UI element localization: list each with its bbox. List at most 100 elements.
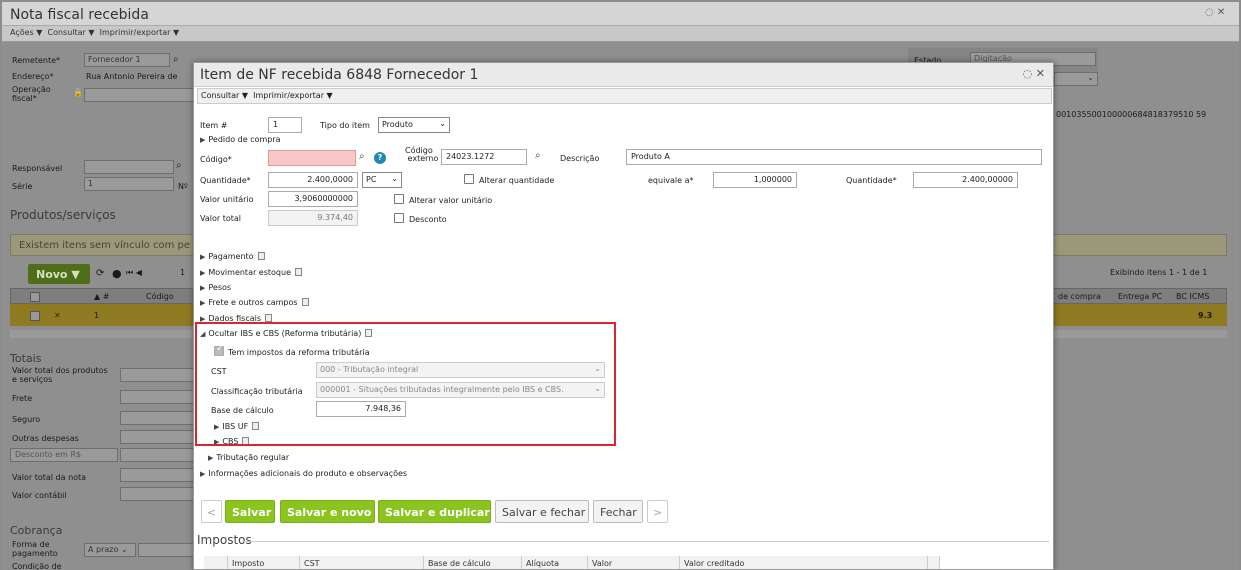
menu-acoes[interactable]: Ações [10, 28, 34, 37]
endereco-value: Rua Antonio Pereira de [86, 72, 178, 81]
salvar-duplicar-button[interactable]: Salvar e duplicar [378, 500, 491, 523]
salvar-novo-button[interactable]: Salvar e novo [280, 500, 375, 523]
forma-pagamento-label: Forma de pagamento [12, 540, 58, 558]
impostos-col-cst[interactable]: CST [300, 556, 424, 569]
outras-despesas-label: Outras despesas [12, 434, 79, 443]
search-icon-codigo[interactable]: ⌕ [359, 151, 365, 162]
prev-button[interactable]: < [201, 500, 222, 523]
impostos-col-valor[interactable]: Valor [588, 556, 680, 569]
frete-label: Frete [12, 394, 33, 403]
col-bc-icms[interactable]: BC ICMS [1176, 292, 1209, 301]
desconto-input[interactable] [120, 448, 194, 462]
seguro-label: Seguro [12, 415, 41, 424]
fechar-button[interactable]: Fechar [593, 500, 643, 523]
valor-total-nota-label: Valor total da nota [12, 473, 87, 482]
endereco-label: Endereço* [12, 72, 54, 81]
close-icon[interactable]: ◌ ✕ [1023, 67, 1045, 80]
serie-input[interactable]: 1 [84, 177, 174, 191]
remetente-input[interactable]: Fornecedor 1 [84, 53, 170, 67]
alterar-quantidade-checkbox[interactable] [464, 174, 474, 184]
codigo-externo-input[interactable]: 24023.1272 [441, 149, 527, 165]
first-page-icon[interactable]: ⏮ ◀ [126, 268, 142, 278]
impostos-col-aliquota[interactable]: Alíquota [522, 556, 588, 569]
impostos-col-check [204, 556, 228, 569]
pedido-compra-toggle[interactable]: ▶ Pedido de compra [200, 135, 281, 144]
produtos-title: Produtos/serviços [10, 208, 116, 222]
section-info-adicionais[interactable]: ▶ Informações adicionais do produto e obs… [200, 469, 407, 478]
row-checkbox[interactable] [30, 311, 40, 321]
quantidade2-input[interactable]: 2.400,00000 [913, 172, 1018, 188]
alterar-valor-checkbox[interactable] [394, 194, 404, 204]
menu-consultar-modal[interactable]: Consultar ▼ [201, 91, 248, 100]
serie-label: Série [12, 182, 33, 191]
impostos-title: Impostos [197, 533, 252, 547]
pager-value: 1 [180, 268, 186, 277]
menu-imprimir[interactable]: Imprimir/exportar [100, 28, 171, 37]
modal-title: Item de NF recebida 6848 Fornecedor 1 [194, 63, 1053, 87]
valor-total-label: Valor total [200, 214, 241, 223]
desconto-checkbox[interactable] [394, 213, 404, 223]
col-pedido-compra[interactable]: de compra [1058, 292, 1101, 301]
totais-title: Totais [10, 352, 42, 365]
section-tributacao-regular[interactable]: ▶ Tributação regular [208, 453, 289, 462]
item-label: Item # [200, 121, 228, 130]
salvar-button[interactable]: Salvar [225, 500, 275, 523]
help-icon-bg[interactable]: ● [112, 267, 122, 280]
item-input[interactable]: 1 [268, 117, 302, 133]
quantidade-input[interactable]: 2.400,0000 [268, 172, 358, 188]
section-pagamento[interactable]: ▶ Pagamento [200, 252, 265, 261]
cobranca-title: Cobrança [10, 524, 63, 537]
condicao-label: Condição de [12, 562, 62, 570]
chevron-down-icon-unidade: ⌄ [391, 174, 398, 183]
item-modal: Item de NF recebida 6848 Fornecedor 1 ◌ … [193, 62, 1054, 570]
col-entrega-pc[interactable]: Entrega PC [1118, 292, 1162, 301]
impostos-col-valor-creditado[interactable]: Valor creditado [680, 556, 928, 569]
background-select[interactable]: ⌄ [1054, 72, 1098, 86]
seguro-input[interactable] [120, 411, 194, 425]
quantidade-label: Quantidade* [200, 176, 251, 185]
menu-imprimir-modal[interactable]: Imprimir/exportar ▼ [253, 91, 333, 100]
no-label: Nº [178, 182, 188, 191]
search-icon-externo[interactable]: ⌕ [535, 150, 541, 161]
outras-despesas-input[interactable] [120, 430, 194, 444]
descricao-input[interactable]: Produto A [626, 149, 1042, 165]
search-icon[interactable]: ⌕ [173, 54, 179, 65]
valor-unitario-input[interactable]: 3,9060000000 [268, 191, 358, 207]
delete-icon[interactable]: ✕ [54, 311, 61, 320]
tipo-item-select[interactable]: Produto ⌄ [378, 117, 450, 133]
section-frete[interactable]: ▶ Frete e outros campos [200, 298, 309, 307]
operacao-label: Operação fiscal* [12, 85, 51, 103]
frete-input[interactable] [120, 390, 194, 404]
background-menu: Ações ▼ Consultar ▼ Imprimir/exportar ▼ [2, 26, 1239, 42]
codigo-input[interactable] [268, 150, 356, 166]
alterar-valor-label: Alterar valor unitário [409, 196, 493, 205]
forma-pagamento-select2[interactable] [138, 543, 194, 557]
impostos-col-imposto[interactable]: Imposto [228, 556, 300, 569]
select-all-checkbox[interactable] [30, 292, 40, 302]
impostos-col-base[interactable]: Base de cálculo [424, 556, 522, 569]
operacao-input[interactable] [84, 88, 194, 102]
help-icon[interactable]: ? [374, 152, 386, 164]
novo-button[interactable]: Novo ▼ [28, 264, 90, 284]
total-produtos-label: Valor total dos produtos e serviços [12, 366, 108, 384]
chave-acesso: 001035500100000684818379510 59 [1056, 110, 1207, 119]
search-icon-responsavel[interactable]: ⌕ [176, 160, 182, 171]
salvar-fechar-button[interactable]: Salvar e fechar [495, 500, 589, 523]
row-number: 1 [94, 311, 100, 320]
refresh-icon[interactable]: ⟳ [96, 268, 104, 279]
section-movimentar-estoque[interactable]: ▶ Movimentar estoque [200, 268, 302, 277]
col-codigo[interactable]: Código [146, 292, 174, 301]
impostos-divider [244, 541, 1049, 542]
equivale-input[interactable]: 1,000000 [713, 172, 797, 188]
forma-pagamento-select[interactable]: A prazo ⌄ [84, 543, 136, 557]
chat-icon: ◌ ✕ [1205, 7, 1226, 18]
equivale-label: equivale a* [648, 176, 694, 185]
responsavel-input[interactable] [84, 160, 174, 174]
next-button[interactable]: > [647, 500, 668, 523]
doc-icon [301, 298, 309, 306]
unidade-select[interactable]: PC ⌄ [362, 172, 402, 188]
section-pesos[interactable]: ▶ Pesos [200, 283, 231, 292]
col-hash[interactable]: ▲ # [94, 292, 109, 301]
menu-consultar[interactable]: Consultar [48, 28, 86, 37]
desconto-select[interactable]: Desconto em R$ [10, 448, 118, 462]
